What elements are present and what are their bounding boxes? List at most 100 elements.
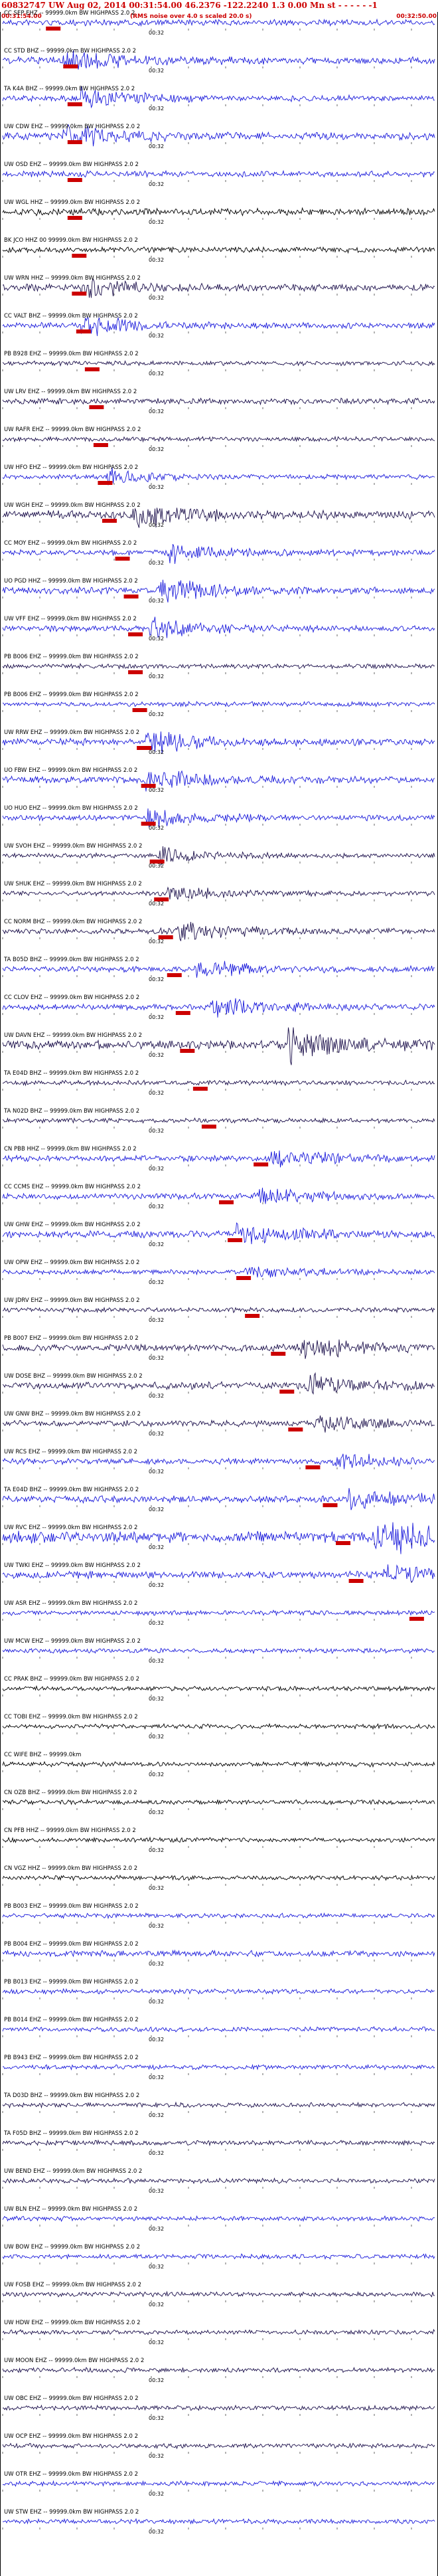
trace-waveform — [2, 1912, 435, 1920]
tick-label: 00:32 — [149, 1052, 164, 1058]
trace-label: UW CDW EHZ -- 99999.0km BW HIGHPASS 2.0 … — [4, 124, 140, 130]
tick-label: 00:32 — [149, 371, 164, 377]
trace-label: CC TOBI EHZ -- 99999.0km BW HIGHPASS 2.0… — [4, 1714, 138, 1720]
tick-label: 00:32 — [149, 636, 164, 642]
trace-label: CC VALT BHZ -- 99999.0km BW HIGHPASS 2.0… — [4, 313, 138, 320]
pick-marker — [67, 178, 82, 182]
trace-label: UW TWKI EHZ -- 99999.0km BW HIGHPASS 2.0… — [4, 1562, 141, 1569]
pick-marker — [192, 1087, 208, 1091]
pick-marker — [245, 1314, 260, 1318]
trace-label: PB B003 EHZ -- 99999.0km BW HIGHPASS 2.0… — [4, 1903, 139, 1910]
trace-label: PB B943 EHZ -- 99999.0km BW HIGHPASS 2.0… — [4, 2055, 139, 2061]
tick-label: 00:32 — [149, 484, 164, 490]
trace-waveform — [2, 1874, 435, 1882]
trace-label: UO HUO EHZ -- 99999.0km BW HIGHPASS 2.0 … — [4, 805, 138, 812]
trace-label: UW ASR EHZ -- 99999.0km BW HIGHPASS 2.0 … — [4, 1600, 137, 1607]
tick-label: 00:32 — [149, 257, 164, 263]
tick-label: 00:32 — [149, 787, 164, 793]
tick-label: 00:32 — [149, 2074, 164, 2080]
trace-waveform — [2, 2404, 435, 2411]
pick-marker — [93, 443, 108, 447]
trace-label: TA E04D BHZ -- 99999.0km BW HIGHPASS 2.0… — [3, 1070, 139, 1077]
trace-label: UW WGH EHZ -- 99999.0km BW HIGHPASS 2.0 … — [4, 502, 141, 509]
trace-label: CN PFB HHZ -- 99999.0km BW HIGHPASS 2.0 … — [4, 1827, 136, 1834]
trace-label: UW RVC EHZ -- 99999.0km BW HIGHPASS 2.0 … — [4, 1524, 137, 1531]
trace-label: TA F05D BHZ -- 99999.0km BW HIGHPASS 2.0… — [3, 2130, 139, 2137]
trace-label: UW RAFR EHZ -- 99999.0km BW HIGHPASS 2.0… — [4, 426, 141, 433]
pick-marker — [154, 897, 169, 901]
trace-waveform — [2, 1722, 435, 1730]
trace-waveform — [2, 2480, 435, 2488]
tick-label: 00:32 — [149, 2188, 164, 2194]
trace-waveform — [2, 2253, 435, 2260]
trace-waveform — [2, 1266, 435, 1278]
trace-waveform — [2, 1339, 435, 1359]
tick-label: 00:32 — [149, 522, 164, 528]
trace-waveform — [2, 770, 435, 792]
tick-label: 00:32 — [149, 863, 164, 869]
trace-waveform — [2, 507, 435, 528]
tick-label: 00:32 — [149, 2112, 164, 2118]
pick-marker — [201, 1125, 216, 1129]
trace-label: UW OSD EHZ -- 99999.0km BW HIGHPASS 2.0 … — [4, 161, 139, 168]
tick-label: 00:32 — [149, 1128, 164, 1134]
trace-waveform — [2, 1415, 435, 1433]
trace-label: UW MOON EHZ -- 99999.0km BW HIGHPASS 2.0… — [4, 2357, 144, 2364]
trace-waveform — [2, 1949, 435, 1958]
trace-waveform — [2, 1610, 435, 1617]
trace-label: CC WIFE BHZ -- 99999.0km — [4, 1752, 81, 1758]
trace-label: UW SHUK EHZ -- 99999.0km BW HIGHPASS 2.0… — [4, 881, 142, 887]
trace-label: UW RRW EHZ -- 99999.0km BW HIGHPASS 2.0 … — [4, 729, 139, 736]
pick-marker — [98, 481, 113, 485]
trace-waveform — [2, 886, 435, 900]
trace-waveform — [2, 1307, 435, 1314]
trace-label: UW BLN EHZ -- 99999.0km BW HIGHPASS 2.0 … — [4, 2206, 137, 2213]
pick-marker — [123, 595, 139, 598]
pick-marker — [228, 1238, 243, 1242]
trace-label: UW HDW EHZ -- 99999.0km BW HIGHPASS 2.0 … — [4, 2320, 141, 2326]
pick-marker — [175, 1011, 190, 1015]
tick-label: 00:32 — [149, 901, 164, 907]
trace-label: UW DOSE BHZ -- 99999.0km BW HIGHPASS 2.0… — [4, 1373, 143, 1380]
trace-label: UW VFF EHZ -- 99999.0km BW HIGHPASS 2.0 … — [4, 616, 137, 622]
trace-label: PB B013 EHZ -- 99999.0km BW HIGHPASS 2.0… — [4, 1979, 139, 1985]
trace-waveform — [2, 2290, 435, 2298]
tick-label: 00:32 — [149, 674, 164, 680]
tick-label: 00:32 — [149, 1204, 164, 1210]
trace-waveform — [2, 207, 435, 217]
tick-label: 00:32 — [149, 976, 164, 982]
tick-label: 00:32 — [149, 1582, 164, 1588]
pick-marker — [84, 367, 100, 371]
trace-waveform — [2, 317, 435, 336]
pick-marker — [141, 784, 156, 788]
pick-marker — [128, 670, 143, 674]
trace-label: UW MCW EHZ -- 99999.0km BW HIGHPASS 2.0 … — [4, 1638, 141, 1645]
tick-label: 00:32 — [149, 295, 164, 301]
tick-label: 00:32 — [149, 1279, 164, 1285]
tick-label: 00:32 — [149, 1355, 164, 1361]
trace-label: UW RCS EHZ -- 99999.0km BW HIGHPASS 2.0 … — [4, 1449, 137, 1455]
pick-marker — [305, 1465, 321, 1469]
tick-label: 00:32 — [149, 446, 164, 452]
tick-label: 00:32 — [149, 1090, 164, 1096]
trace-waveform — [2, 701, 435, 708]
trace-label: UW STW EHZ -- 99999.0km BW HIGHPASS 2.0 … — [4, 2509, 139, 2516]
pick-marker — [279, 1390, 295, 1394]
trace-label: PB B014 EHZ -- 99999.0km BW HIGHPASS 2.0… — [4, 2017, 139, 2023]
trace-waveform — [2, 1117, 435, 1124]
pick-marker — [219, 1200, 234, 1204]
pick-marker — [67, 216, 82, 220]
tick-label: 00:32 — [149, 749, 164, 755]
tick-label: 00:32 — [149, 1999, 164, 2005]
trace-waveform — [2, 662, 435, 670]
trace-label: UW OCP EHZ -- 99999.0km BW HIGHPASS 2.0 … — [4, 2433, 138, 2440]
tick-label: 00:32 — [149, 106, 164, 112]
tick-label: 00:32 — [149, 2226, 164, 2232]
tick-label: 00:32 — [149, 181, 164, 187]
trace-waveform — [2, 2518, 435, 2525]
pick-marker — [102, 519, 117, 523]
tick-label: 00:32 — [149, 1658, 164, 1664]
tick-label: 00:32 — [149, 219, 164, 225]
trace-waveform — [2, 998, 435, 1018]
trace-label: TA N02D BHZ -- 99999.0km BW HIGHPASS 2.0… — [3, 1108, 139, 1115]
